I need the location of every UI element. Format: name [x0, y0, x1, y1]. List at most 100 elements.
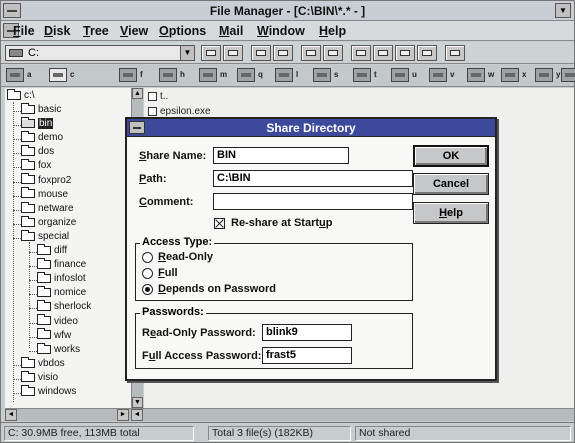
file-item[interactable]: epsilon.exe: [148, 106, 211, 117]
ok-button[interactable]: OK: [413, 145, 489, 167]
tree-item-nomice[interactable]: nomice: [37, 286, 86, 301]
folder-icon: [21, 356, 35, 368]
passwords-group: Passwords: Read-Only Password: blink9 Fu…: [135, 306, 413, 369]
full-access-password-label: Full Access Password:: [142, 350, 262, 362]
path-input[interactable]: C:\BIN: [213, 170, 413, 187]
full-radio[interactable]: [142, 268, 153, 279]
depends-on-password-radio[interactable]: [142, 284, 153, 295]
chevron-down-icon[interactable]: ▼: [180, 45, 195, 61]
drive-letter: w: [488, 70, 495, 79]
sort-by-date-button[interactable]: [417, 45, 437, 61]
cancel-button[interactable]: Cancel: [413, 173, 489, 195]
reshare-checkbox[interactable]: [214, 218, 225, 229]
tree-item-wfw[interactable]: wfw: [37, 328, 71, 344]
tree-item-vbdos[interactable]: vbdos: [21, 356, 65, 372]
tree-item-organize[interactable]: organize: [21, 215, 76, 231]
menu-mail[interactable]: Mail: [219, 24, 243, 38]
disconnect-drive-button[interactable]: [223, 45, 243, 61]
drive-letter: q: [258, 70, 263, 79]
details-view-button[interactable]: [323, 45, 343, 61]
scroll-right-icon[interactable]: ►: [117, 409, 129, 421]
share-name-input[interactable]: BIN: [213, 147, 349, 164]
tree-item-finance[interactable]: finance: [37, 257, 86, 273]
parent-directory-item[interactable]: t..: [148, 91, 168, 102]
dialog-title-bar[interactable]: Share Directory: [127, 119, 495, 137]
connect-drive-button[interactable]: [201, 45, 221, 61]
scroll-up-icon[interactable]: ▲: [132, 88, 143, 99]
sort-by-type-button[interactable]: [373, 45, 393, 61]
tree-item-basic[interactable]: basic: [21, 102, 61, 118]
drive-icon: [6, 68, 24, 82]
new-window-button[interactable]: [445, 45, 465, 61]
toolbar: C: ▼: [1, 42, 574, 64]
menu-options[interactable]: Options: [159, 24, 206, 38]
tree-item-fox[interactable]: fox: [21, 159, 51, 174]
tree-item-demo[interactable]: demo: [21, 131, 63, 146]
drive-select[interactable]: C: ▼: [5, 45, 195, 61]
read-only-label[interactable]: Read-Only: [158, 251, 213, 263]
passwords-title: Passwords:: [140, 306, 206, 318]
tree-item-netware[interactable]: netware: [21, 201, 74, 217]
menu-help[interactable]: Help: [319, 24, 346, 38]
tree-item-video[interactable]: video: [37, 314, 78, 330]
tree-item-infoslot[interactable]: infoslot: [37, 272, 86, 287]
tree-item-windows[interactable]: windows: [21, 384, 76, 400]
drive-letter: y: [556, 70, 561, 79]
tree-item-mouse[interactable]: mouse: [21, 187, 68, 203]
menu-disk[interactable]: Disk: [44, 24, 70, 38]
drive-icon: [467, 68, 485, 82]
sort-by-name-button[interactable]: [351, 45, 371, 61]
drive-letter: a: [27, 70, 32, 79]
stop-sharing-button[interactable]: [273, 45, 293, 61]
tree-item-bin[interactable]: bin: [21, 116, 54, 132]
scroll-left-icon[interactable]: ◄: [131, 409, 143, 421]
menu-tree[interactable]: Tree: [83, 24, 109, 38]
drive-letter: s: [334, 70, 339, 79]
tree-item-visio[interactable]: visio: [21, 370, 58, 386]
tree-item-special[interactable]: special: [21, 229, 69, 245]
reshare-label[interactable]: Re-share at Startup: [231, 217, 333, 229]
tree-item-foxpro2[interactable]: foxpro2: [21, 173, 71, 189]
window-title: File Manager - [C:\BIN\*.* - ]: [209, 4, 366, 18]
folder-icon: [37, 328, 51, 340]
path-label: Path:: [139, 173, 167, 185]
full-access-password-input[interactable]: frast5: [262, 347, 352, 364]
tree-item-dos[interactable]: dos: [21, 145, 54, 160]
drive-icon: [561, 68, 575, 82]
menu-view[interactable]: View: [120, 24, 148, 38]
folder-icon: [21, 116, 35, 128]
full-label[interactable]: Full: [158, 267, 178, 279]
folder-icon: [37, 243, 51, 255]
folder-icon: [21, 173, 35, 185]
comment-input[interactable]: [213, 193, 413, 210]
tree-item-works[interactable]: works: [37, 342, 80, 358]
title-bar[interactable]: File Manager - [C:\BIN\*.* - ] ▼: [1, 1, 574, 21]
share-as-button[interactable]: [251, 45, 271, 61]
horizontal-scrollbar[interactable]: ◄ ► ◄: [5, 408, 574, 421]
read-only-radio[interactable]: [142, 252, 153, 263]
scroll-left-icon[interactable]: ◄: [5, 409, 17, 421]
help-button[interactable]: Help: [413, 202, 489, 224]
dialog-title: Share Directory: [266, 121, 356, 135]
tree-item-sherlock[interactable]: sherlock: [37, 300, 91, 315]
drive-select-value: C:: [28, 47, 39, 59]
drive-letter: f: [140, 70, 143, 79]
minimize-button[interactable]: ▼: [555, 3, 571, 18]
drive-icon: [353, 68, 371, 82]
access-type-group: Access Type: Read-Only Full Depends on P…: [135, 236, 413, 301]
drive-letter: v: [450, 70, 455, 79]
menu-window[interactable]: Window: [257, 24, 305, 38]
depends-on-password-label[interactable]: Depends on Password: [158, 283, 276, 295]
sort-by-size-button[interactable]: [395, 45, 415, 61]
drive-icon: [49, 68, 67, 82]
read-only-password-input[interactable]: blink9: [262, 324, 352, 341]
menu-bar: File Disk Tree View Options Mail Window Help: [1, 21, 574, 41]
large-icons-button[interactable]: [301, 45, 321, 61]
drive-icon: [275, 68, 293, 82]
folder-icon: [37, 257, 51, 269]
tree-item-diff[interactable]: diff: [37, 243, 67, 259]
menu-file[interactable]: File: [13, 24, 35, 38]
share-directory-dialog: Share Directory Share Name: BIN Path: C:…: [125, 117, 497, 381]
scroll-down-icon[interactable]: ▼: [132, 397, 143, 408]
drive-letter: x: [522, 70, 527, 79]
